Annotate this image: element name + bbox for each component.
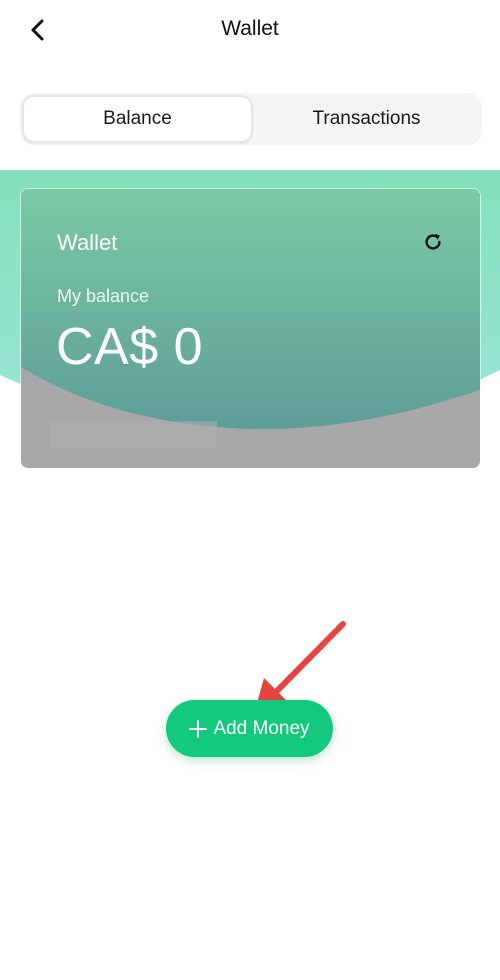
refresh-icon [425, 233, 441, 250]
wallet-card: Wallet My balance CA$ 0 [20, 188, 481, 469]
balance-label: My balance [57, 286, 150, 306]
header: Wallet [0, 0, 500, 62]
balance-value: CA$ 0 [56, 318, 204, 376]
tab-balance[interactable]: Balance [22, 95, 253, 143]
card-title: Wallet [57, 230, 118, 255]
add-money-button[interactable]: Add Money [166, 700, 333, 757]
page-title: Wallet [221, 17, 279, 40]
refresh-button[interactable] [420, 229, 446, 255]
plus-icon [189, 719, 208, 738]
add-money-label: Add Money [213, 717, 310, 739]
tab-transactions[interactable]: Transactions [253, 95, 480, 143]
balance-transactions-toggle: Balance Transactions [20, 93, 482, 145]
